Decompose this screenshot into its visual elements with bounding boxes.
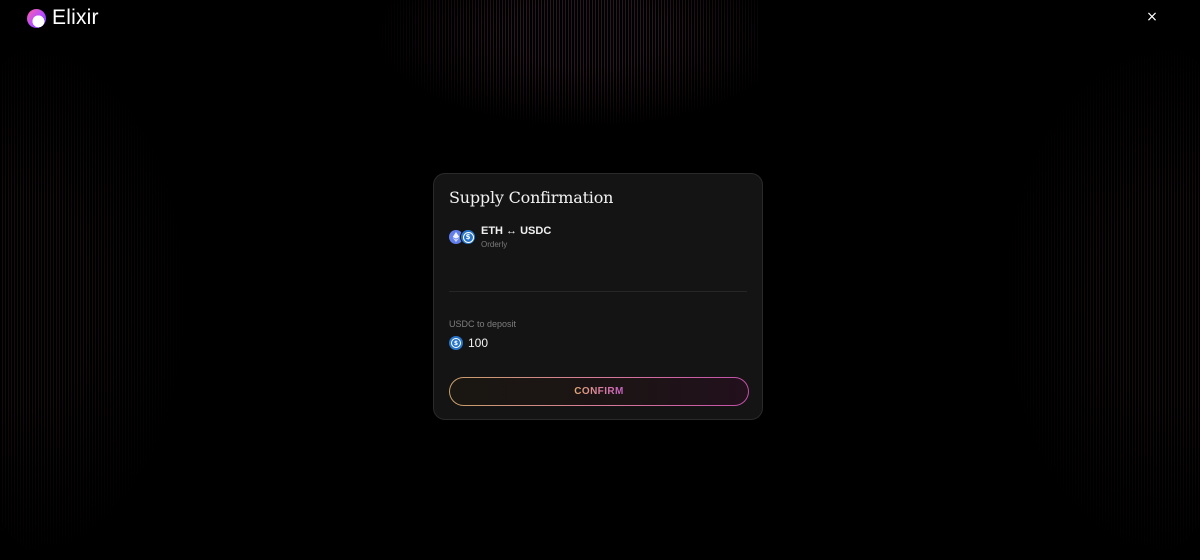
background-pattern-left xyxy=(0,40,190,560)
brand-logo[interactable]: Elixir xyxy=(27,6,99,30)
confirm-button[interactable]: CONFIRM xyxy=(449,377,749,406)
brand-name: Elixir xyxy=(52,6,99,29)
supply-confirmation-modal: Supply Confirmation $ ETH ↔ USDC Orderly… xyxy=(433,173,763,420)
background-pattern-right xyxy=(1000,40,1200,560)
usdc-icon: $ xyxy=(460,229,476,245)
pair-name: ETH ↔ USDC xyxy=(481,225,552,237)
close-button[interactable]: × xyxy=(1144,9,1160,25)
deposit-label: USDC to deposit xyxy=(449,319,517,329)
elixir-logo-icon xyxy=(27,8,46,28)
deposit-amount: 100 xyxy=(468,336,489,350)
usdc-icon: $ xyxy=(449,336,463,350)
close-icon: × xyxy=(1146,9,1158,25)
modal-title: Supply Confirmation xyxy=(449,188,614,207)
background-pattern-top xyxy=(370,0,760,130)
pair-icons: $ xyxy=(449,229,477,246)
pair-exchange: Orderly xyxy=(481,240,508,249)
confirm-button-label: CONFIRM xyxy=(574,386,624,397)
deposit-value: $ 100 xyxy=(449,336,488,350)
divider xyxy=(449,291,747,292)
